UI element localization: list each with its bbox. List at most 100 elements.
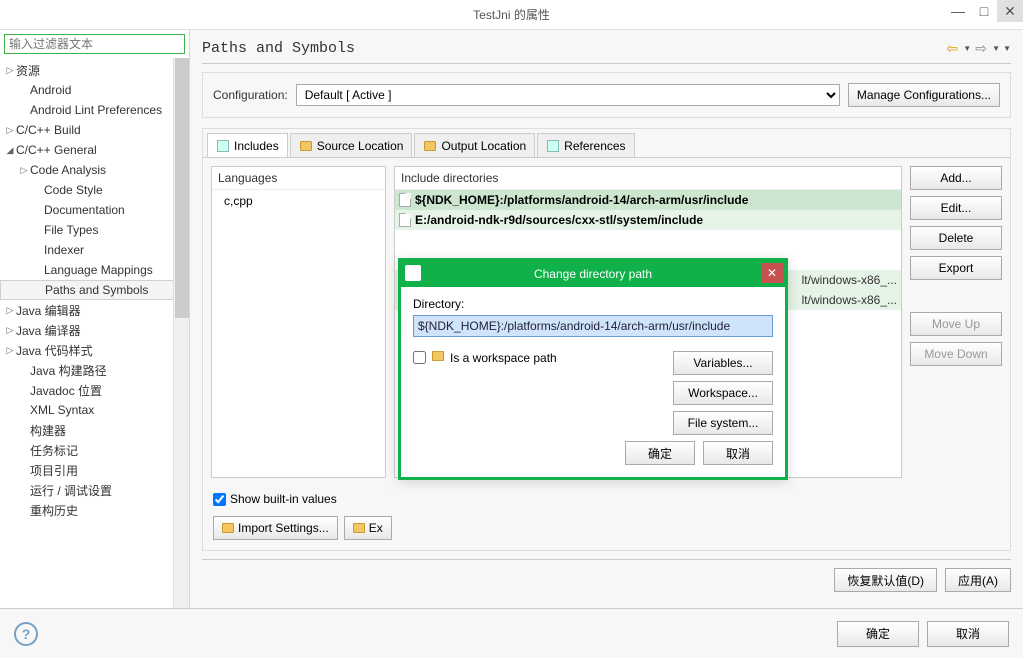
folder-icon xyxy=(432,351,444,361)
delete-button[interactable]: Delete xyxy=(910,226,1002,250)
expand-icon: ◢ xyxy=(4,145,16,156)
ok-button[interactable]: 确定 xyxy=(837,621,919,647)
language-item[interactable]: c,cpp xyxy=(224,194,373,208)
folder-icon xyxy=(299,139,313,153)
tree-item[interactable]: ◢C/C++ General xyxy=(0,140,189,160)
tree-item[interactable]: Android Lint Preferences xyxy=(0,100,189,120)
tree-item[interactable]: Documentation xyxy=(0,200,189,220)
tree-item[interactable]: ▷Code Analysis xyxy=(0,160,189,180)
tree-item[interactable]: Android xyxy=(0,80,189,100)
modal-grid: Is a workspace path Variables... Workspa… xyxy=(413,351,773,435)
edit-button[interactable]: Edit... xyxy=(910,196,1002,220)
back-menu-icon[interactable]: ▼ xyxy=(963,44,971,53)
tree-item[interactable]: File Types xyxy=(0,220,189,240)
manage-configurations-button[interactable]: Manage Configurations... xyxy=(848,83,1000,107)
tree-item-label: 运行 / 调试设置 xyxy=(30,482,112,499)
cancel-button[interactable]: 取消 xyxy=(927,621,1009,647)
workspace-path-checkbox[interactable] xyxy=(413,351,426,364)
tree-item-label: 资源 xyxy=(16,62,40,79)
tree-item[interactable]: Code Style xyxy=(0,180,189,200)
file-system-button[interactable]: File system... xyxy=(673,411,773,435)
tree-item-label: 重构历史 xyxy=(30,502,78,519)
tree-item-label: Java 编辑器 xyxy=(16,302,81,319)
forward-icon[interactable]: ⇨ xyxy=(973,41,989,57)
filter-input[interactable] xyxy=(4,34,185,54)
modal-titlebar: Change directory path ✕ xyxy=(401,261,785,287)
tree-item[interactable]: 项目引用 xyxy=(0,460,189,480)
tree-item[interactable]: ▷Java 代码样式 xyxy=(0,340,189,360)
modal-close-button[interactable]: ✕ xyxy=(761,263,783,283)
help-icon[interactable]: ? xyxy=(14,622,38,646)
tree-item[interactable]: Indexer xyxy=(0,240,189,260)
include-row[interactable]: E:/android-ndk-r9d/sources/cxx-stl/syste… xyxy=(395,210,901,230)
minimize-button[interactable]: — xyxy=(945,0,971,22)
import-settings-button[interactable]: Import Settings... xyxy=(213,516,338,540)
tree-item[interactable]: 重构历史 xyxy=(0,500,189,520)
modal-cancel-button[interactable]: 取消 xyxy=(703,441,773,465)
languages-header: Languages xyxy=(212,167,385,190)
export-settings-button[interactable]: Ex xyxy=(344,516,392,540)
apply-button[interactable]: 应用(A) xyxy=(945,568,1011,592)
tree-item-label: C/C++ Build xyxy=(16,123,81,137)
modal-body: Directory: Is a workspace path Variables… xyxy=(401,287,785,477)
variables-button[interactable]: Variables... xyxy=(673,351,773,375)
tree-item-label: 构建器 xyxy=(30,422,66,439)
include-row[interactable]: ${NDK_HOME}:/platforms/android-14/arch-a… xyxy=(395,190,901,210)
tree-item-label: Paths and Symbols xyxy=(45,283,148,297)
tree-item-label: C/C++ General xyxy=(16,143,97,157)
tree-item[interactable]: Language Mappings xyxy=(0,260,189,280)
workspace-path-label: Is a workspace path xyxy=(450,351,557,365)
tree-item[interactable]: Java 构建路径 xyxy=(0,360,189,380)
tab-includes[interactable]: Includes xyxy=(207,133,288,157)
restore-defaults-button[interactable]: 恢复默认值(D) xyxy=(834,568,937,592)
tree-item-label: Indexer xyxy=(44,243,84,257)
tab-references[interactable]: References xyxy=(537,133,634,157)
tree-item[interactable]: ▷C/C++ Build xyxy=(0,120,189,140)
tree-item-label: Java 编译器 xyxy=(16,322,81,339)
forward-menu-icon[interactable]: ▼ xyxy=(992,44,1000,53)
modal-ok-button[interactable]: 确定 xyxy=(625,441,695,465)
folder-icon xyxy=(423,139,437,153)
close-button[interactable]: ✕ xyxy=(997,0,1023,22)
configuration-select[interactable]: Default [ Active ] xyxy=(296,84,840,106)
show-builtin-checkbox[interactable] xyxy=(213,493,226,506)
maximize-button[interactable]: □ xyxy=(971,0,997,22)
tree-item[interactable]: XML Syntax xyxy=(0,400,189,420)
tree-item[interactable]: ▷Java 编译器 xyxy=(0,320,189,340)
configuration-label: Configuration: xyxy=(213,88,288,102)
modal-right: Variables... Workspace... File system... xyxy=(669,351,773,435)
scroll-thumb[interactable] xyxy=(175,58,189,318)
move-up-button[interactable]: Move Up xyxy=(910,312,1002,336)
view-menu-icon[interactable]: ▼ xyxy=(1003,44,1011,53)
window-title: TestJni 的属性 xyxy=(473,6,550,23)
add-button[interactable]: Add... xyxy=(910,166,1002,190)
tree-item[interactable]: 任务标记 xyxy=(0,440,189,460)
restore-row: 恢复默认值(D) 应用(A) xyxy=(202,568,1011,598)
nav-icons: ⇦▼ ⇨▼ ▼ xyxy=(944,41,1011,57)
tree-item[interactable]: Javadoc 位置 xyxy=(0,380,189,400)
tree-item[interactable]: ▷Java 编辑器 xyxy=(0,300,189,320)
back-icon[interactable]: ⇦ xyxy=(944,41,960,57)
export-button[interactable]: Export xyxy=(910,256,1002,280)
modal-footer: 确定 取消 xyxy=(413,441,773,465)
bottom-buttons: Import Settings... Ex xyxy=(203,512,1010,550)
tree-item-label: Java 构建路径 xyxy=(30,362,107,379)
file-icon xyxy=(399,213,411,227)
tree-item[interactable]: ▷资源 xyxy=(0,60,189,80)
languages-list[interactable]: c,cpp xyxy=(212,190,385,477)
directory-input[interactable] xyxy=(413,315,773,337)
workspace-button[interactable]: Workspace... xyxy=(673,381,773,405)
modal-left: Is a workspace path xyxy=(413,351,669,435)
tree-item[interactable]: Paths and Symbols xyxy=(0,280,189,300)
tree-item[interactable]: 构建器 xyxy=(0,420,189,440)
move-down-button[interactable]: Move Down xyxy=(910,342,1002,366)
modal-app-icon xyxy=(405,265,421,281)
scrollbar[interactable] xyxy=(173,58,189,608)
tree-item[interactable]: 运行 / 调试设置 xyxy=(0,480,189,500)
tree-item-label: Android xyxy=(30,83,71,97)
tab-output-location[interactable]: Output Location xyxy=(414,133,535,157)
file-icon xyxy=(399,193,411,207)
tree-item-label: Documentation xyxy=(44,203,125,217)
tab-source-location[interactable]: Source Location xyxy=(290,133,413,157)
properties-tree[interactable]: ▷资源 Android Android Lint Preferences▷C/C++… xyxy=(0,58,189,608)
